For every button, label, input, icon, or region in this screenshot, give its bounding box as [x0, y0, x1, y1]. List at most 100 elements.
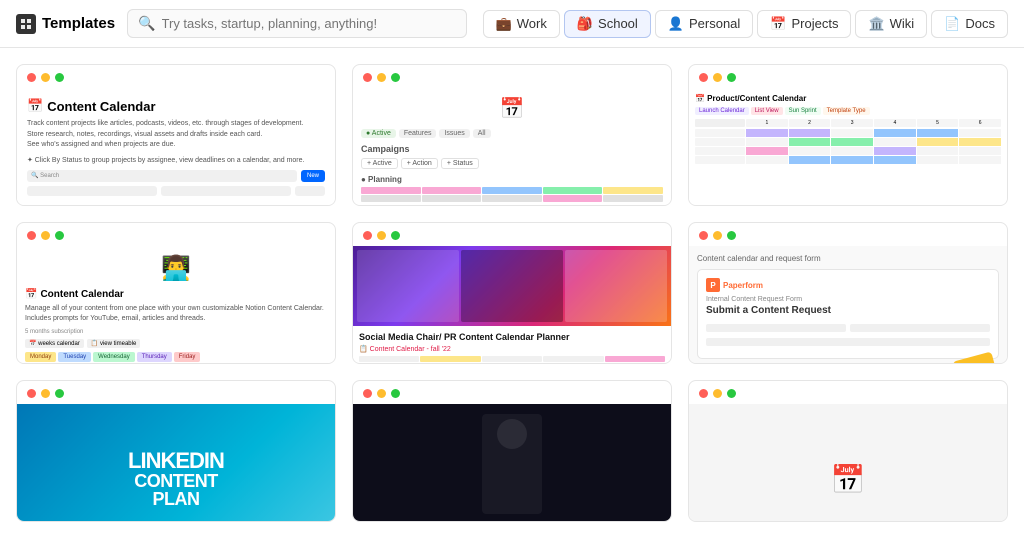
docs-icon: 📄: [944, 16, 960, 32]
tl-green-2: [391, 73, 400, 82]
thumb-days-4: Monday Tuesday Wednesday Thursday Friday: [25, 352, 327, 362]
tl-red-2: [363, 73, 372, 82]
tl-green-7: [55, 389, 64, 398]
tl-red-8: [363, 389, 372, 398]
tl-yellow: [41, 73, 50, 82]
logo-label: Templates: [42, 15, 115, 32]
card-thumbnail-8: content calendar: [353, 404, 671, 522]
card-content-calendar[interactable]: 📅 ● Active Features Issues All Campaigns…: [352, 64, 672, 206]
tl-yellow-2: [377, 73, 386, 82]
thumb-btns-2: + Active + Action + Status: [361, 158, 663, 169]
filter-projects[interactable]: 📅 Projects: [757, 10, 851, 38]
card-thumbnail-6: Content calendar and request form P Pape…: [689, 246, 1007, 364]
thumb-desc-4: Manage all of your content from one plac…: [25, 304, 327, 324]
wiki-label: Wiki: [890, 16, 915, 31]
thumb-cal-header-3: 1 2 3 4 5 6: [695, 119, 1001, 127]
thumb-desc-1: Track content projects like articles, po…: [27, 119, 325, 151]
thumb-cr-box: P Paperform Internal Content Request For…: [697, 269, 999, 359]
work-icon: 💼: [496, 16, 512, 32]
thumb-assignee-row: [27, 186, 325, 196]
card-dark-portrait[interactable]: content calendar: [352, 380, 672, 522]
card-content-calendar-2[interactable]: 👨‍💻 📅 Content Calendar Manage all of you…: [16, 222, 336, 364]
thumb-title-1: 📅 Content Calendar: [27, 98, 325, 114]
card-email-sms[interactable]: 📅 Product/Content Calendar Launch Calend…: [688, 64, 1008, 206]
tl-red-4: [27, 231, 36, 240]
personal-label: Personal: [689, 16, 740, 31]
templates-icon: [16, 14, 36, 34]
traffic-lights-6: [689, 223, 1007, 246]
projects-icon: 📅: [770, 16, 786, 32]
tl-red-5: [363, 231, 372, 240]
card-thumbnail-5: Social Media Chair/ PR Content Calendar …: [353, 246, 671, 364]
tl-yellow-5: [377, 231, 386, 240]
thumb-social-title: Social Media Chair/ PR Content Calendar …: [359, 332, 665, 342]
tl-yellow-3: [713, 73, 722, 82]
tl-green-3: [727, 73, 736, 82]
tl-red: [27, 73, 36, 82]
thumb-icon-2: 📅: [361, 96, 663, 121]
thumb-grid-2: [361, 187, 663, 202]
thumb-title-4: 📅 Content Calendar: [25, 289, 327, 300]
tl-red-3: [699, 73, 708, 82]
filter-work[interactable]: 💼 Work: [483, 10, 560, 38]
filter-docs[interactable]: 📄 Docs: [931, 10, 1008, 38]
thumb-tabs-2: ● Active Features Issues All: [361, 129, 663, 138]
school-label: School: [598, 16, 638, 31]
traffic-lights-2: [353, 65, 671, 88]
tl-yellow-7: [41, 389, 50, 398]
search-input[interactable]: [162, 16, 457, 31]
wiki-icon: 🏛️: [868, 16, 884, 32]
thumb-meta-4: 5 months subscription: [25, 329, 327, 335]
thumb-linkedin-text: LINKEDIN CONTENT PLAN: [128, 450, 224, 508]
card-thumbnail-3: 📅 Product/Content Calendar Launch Calend…: [689, 88, 1007, 206]
filter-school[interactable]: 🎒 School: [564, 10, 651, 38]
nav-filters: 💼 Work 🎒 School 👤 Personal 📅 Projects 🏛️…: [483, 10, 1008, 38]
card-thumbnail-1: 📅 Content Calendar Track content project…: [17, 88, 335, 206]
thumb-section-2: Campaigns: [361, 144, 663, 154]
tl-yellow-4: [41, 231, 50, 240]
thumb-social-table: [359, 356, 665, 364]
card-bottom-right[interactable]: 📅: [688, 380, 1008, 522]
thumb-social-sub: 📋 Content Calendar - fall '22: [359, 345, 665, 353]
filter-personal[interactable]: 👤 Personal: [655, 10, 754, 38]
tl-green-6: [727, 231, 736, 240]
card-social-media[interactable]: Social Media Chair/ PR Content Calendar …: [352, 222, 672, 364]
traffic-lights: [17, 65, 335, 88]
card-thumbnail-9: 📅: [689, 404, 1007, 522]
tl-red-7: [27, 389, 36, 398]
traffic-lights-4: [17, 223, 335, 246]
filter-wiki[interactable]: 🏛️ Wiki: [855, 10, 927, 38]
card-thumbnail-2: 📅 ● Active Features Issues All Campaigns…: [353, 88, 671, 206]
tl-green-5: [391, 231, 400, 240]
thumb-tags-3: Launch Calendar List View Sun Sprint Tem…: [695, 107, 1001, 115]
search-bar[interactable]: 🔍: [127, 9, 467, 38]
traffic-lights-8: [353, 381, 671, 404]
tl-red-6: [699, 231, 708, 240]
thumb-view-4: 📅 weeks calendar 📋 view timeable: [25, 339, 327, 348]
tl-yellow-6: [713, 231, 722, 240]
card-basic-content-calendar[interactable]: 📅 Content Calendar Track content project…: [16, 64, 336, 206]
work-label: Work: [517, 16, 547, 31]
docs-label: Docs: [965, 16, 995, 31]
traffic-lights-9: [689, 381, 1007, 404]
tl-green-4: [55, 231, 64, 240]
traffic-lights-7: [17, 381, 335, 404]
tl-green: [55, 73, 64, 82]
thumb-rows-3: [695, 129, 1001, 164]
tl-green-8: [391, 389, 400, 398]
card-linkedin[interactable]: LINKEDIN CONTENT PLAN: [16, 380, 336, 522]
tl-yellow-8: [377, 389, 386, 398]
traffic-lights-3: [689, 65, 1007, 88]
card-content-request[interactable]: Content calendar and request form P Pape…: [688, 222, 1008, 364]
thumb-title-3: 📅 Product/Content Calendar: [695, 94, 1001, 103]
personal-icon: 👤: [668, 16, 684, 32]
template-grid: 📅 Content Calendar Track content project…: [0, 48, 1024, 538]
header: Templates 🔍 💼 Work 🎒 School 👤 Personal 📅…: [0, 0, 1024, 48]
thumb-planning-2: ● Planning: [361, 175, 663, 184]
thumb-cta-1: ✦ Click By Status to group projects by a…: [27, 156, 325, 164]
tl-green-9: [727, 389, 736, 398]
logo-area: Templates: [16, 14, 115, 34]
tl-yellow-9: [713, 389, 722, 398]
traffic-lights-5: [353, 223, 671, 246]
thumb-controls-1: 🔍 Search New: [27, 170, 325, 182]
